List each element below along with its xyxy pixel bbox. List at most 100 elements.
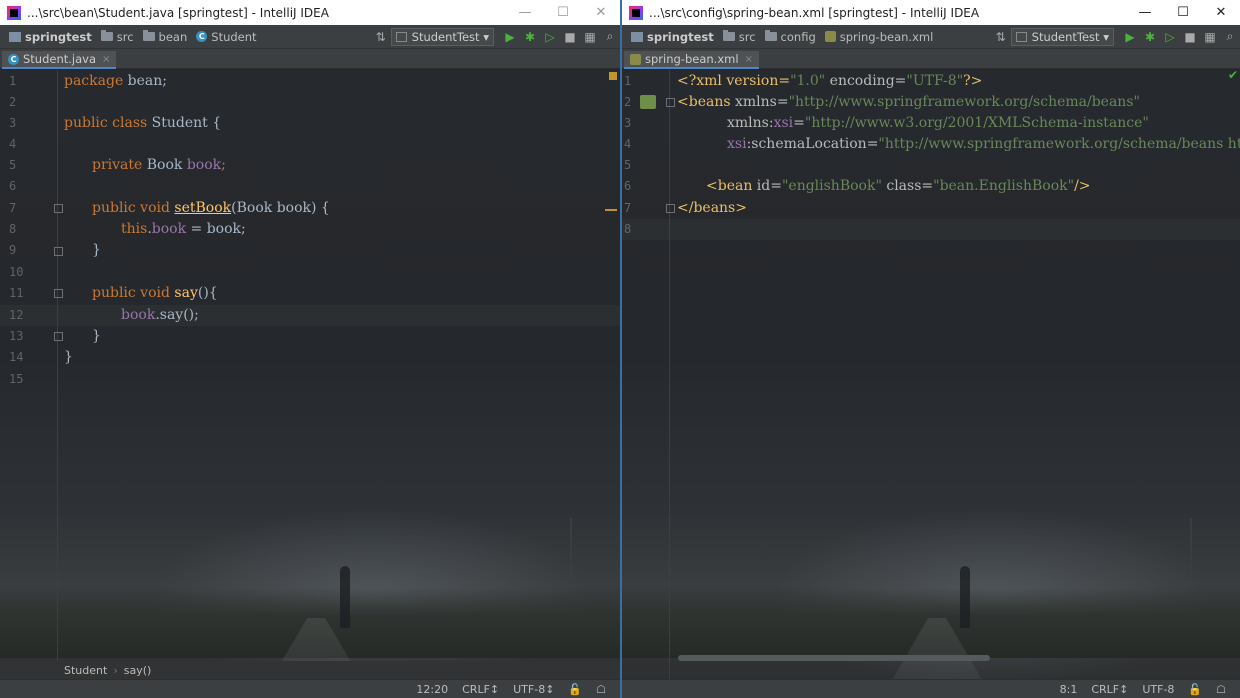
search-icon[interactable]: ⌕ [600, 27, 620, 47]
line-number: 6 [9, 179, 17, 193]
breadcrumb-separator: › [113, 663, 118, 677]
line-number: 3 [624, 116, 632, 130]
nav-crumb-bean[interactable]: bean [142, 30, 187, 44]
folder-icon [142, 30, 155, 41]
code-line: } [64, 349, 73, 365]
code-line: xmlns:xsi="http://www.w3.org/2001/XMLSch… [727, 115, 1149, 131]
nav-crumb-file[interactable]: spring-bean.xml [824, 30, 933, 44]
fold-marker-icon[interactable] [54, 247, 63, 256]
close-tab-icon[interactable]: × [102, 54, 110, 65]
code-line: </beans> [677, 200, 747, 216]
code-line: xsi:schemaLocation="http://www.springfra… [727, 136, 1240, 152]
close-button[interactable]: ✕ [582, 0, 620, 25]
line-separator[interactable]: CRLF↕ [1091, 683, 1128, 696]
line-number-gutter: 1 2 3 4 5 6 7 8 [622, 70, 670, 698]
run-config-dropdown[interactable]: StudentTest ▾ [390, 27, 494, 46]
notification-icon[interactable]: ☖ [1216, 683, 1226, 696]
run-config-dropdown[interactable]: StudentTest ▾ [1010, 27, 1114, 46]
fold-marker-icon[interactable] [54, 289, 63, 298]
line-number: 2 [9, 95, 17, 109]
nav-crumb-project[interactable]: springtest [631, 30, 714, 44]
notification-icon[interactable]: ☖ [596, 683, 606, 696]
left-ide-window: ...\src\bean\Student.java [springtest] -… [0, 0, 620, 698]
code-line: public void say(){ [92, 285, 218, 301]
line-number: 15 [9, 372, 24, 386]
project-structure-icon[interactable]: ▦ [580, 27, 600, 47]
status-bar: 12:20 CRLF↕ UTF-8↕ 🔓 ☖ [0, 679, 620, 698]
breadcrumb-method[interactable]: say() [124, 664, 152, 677]
window-title: ...\src\bean\Student.java [springtest] -… [27, 5, 329, 20]
line-number-gutter: 1 2 3 4 5 6 7 8 9 10 11 12 13 14 15 [0, 70, 58, 698]
line-number: 7 [9, 201, 17, 215]
code-line: <bean id="englishBook" class="bean.Engli… [706, 178, 1091, 194]
code-editor[interactable]: 1 2 3 4 5 6 7 8 <?xml version="1.0" enco… [622, 70, 1240, 698]
caret-position[interactable]: 8:1 [1060, 683, 1078, 696]
run-config-icon [1015, 31, 1027, 42]
nav-crumb-src[interactable]: src [100, 30, 134, 44]
xml-file-icon [824, 31, 836, 42]
maximize-button[interactable]: ☐ [544, 0, 582, 25]
debug-icon[interactable]: ✱ [1140, 27, 1160, 47]
fold-marker-icon[interactable] [54, 204, 63, 213]
code-line: book.say(); [121, 307, 199, 323]
code-line: this.book = book; [121, 221, 246, 237]
code-line: <beans xmlns="http://www.springframework… [677, 94, 1140, 110]
current-line-highlight [0, 305, 620, 326]
run-icon[interactable]: ▶ [500, 27, 520, 47]
search-icon[interactable]: ⌕ [1220, 27, 1240, 47]
line-separator[interactable]: CRLF↕ [462, 683, 499, 696]
horizontal-scrollbar[interactable] [678, 655, 990, 661]
minimize-button[interactable]: — [1126, 0, 1164, 25]
title-bar: ...\src\config\spring-bean.xml [springte… [622, 0, 1240, 25]
run-icon[interactable]: ▶ [1120, 27, 1140, 47]
background-figure [960, 566, 970, 628]
file-encoding[interactable]: UTF-8↕ [513, 683, 554, 696]
line-number: 4 [624, 137, 632, 151]
build-icon[interactable]: ⇅ [371, 27, 391, 47]
build-icon[interactable]: ⇅ [991, 27, 1011, 47]
project-structure-icon[interactable]: ▦ [1200, 27, 1220, 47]
lock-icon[interactable]: 🔓 [1188, 683, 1202, 696]
window-title: ...\src\config\spring-bean.xml [springte… [649, 5, 980, 20]
close-tab-icon[interactable]: × [745, 54, 753, 65]
scroll-marker-icon[interactable] [605, 209, 617, 211]
nav-crumb-config[interactable]: config [764, 30, 816, 44]
spring-bean-icon[interactable] [640, 95, 656, 109]
nav-crumb-src[interactable]: src [722, 30, 756, 44]
minimize-button[interactable]: — [506, 0, 544, 25]
tab-student-java[interactable]: C Student.java × [2, 51, 117, 69]
line-number: 1 [624, 74, 632, 88]
file-encoding[interactable]: UTF-8 [1142, 683, 1174, 696]
coverage-icon[interactable]: ▷ [1160, 27, 1180, 47]
tab-spring-bean-xml[interactable]: spring-bean.xml × [624, 51, 759, 69]
fold-marker-icon[interactable] [666, 204, 675, 213]
stop-icon[interactable]: ■ [1180, 27, 1200, 47]
status-bar: 8:1 CRLF↕ UTF-8 🔓 ☖ [622, 679, 1240, 698]
code-line: private Book book; [92, 157, 226, 173]
lock-icon[interactable]: 🔓 [568, 683, 582, 696]
line-number: 3 [9, 116, 17, 130]
line-number: 10 [9, 265, 24, 279]
run-config-icon [395, 31, 407, 42]
project-icon [9, 31, 21, 42]
coverage-icon[interactable]: ▷ [540, 27, 560, 47]
editor-tabs: spring-bean.xml × [622, 49, 1240, 69]
stop-icon[interactable]: ■ [560, 27, 580, 47]
code-editor[interactable]: 1 2 3 4 5 6 7 8 9 10 11 12 13 14 15 pack… [0, 70, 620, 698]
fold-marker-icon[interactable] [666, 98, 675, 107]
caret-position[interactable]: 12:20 [416, 683, 448, 696]
check-icon[interactable]: ✔ [1228, 70, 1238, 82]
class-icon: C [8, 53, 19, 65]
line-number: 8 [624, 222, 632, 236]
close-button[interactable]: ✕ [1202, 0, 1240, 25]
nav-crumb-class[interactable]: C Student [196, 30, 257, 44]
nav-crumb-project[interactable]: springtest [9, 30, 92, 44]
warning-marker-icon[interactable] [609, 72, 617, 80]
line-number: 12 [9, 308, 24, 322]
maximize-button[interactable]: ☐ [1164, 0, 1202, 25]
fold-marker-icon[interactable] [54, 332, 63, 341]
debug-icon[interactable]: ✱ [520, 27, 540, 47]
intellij-icon [629, 5, 643, 20]
line-number: 6 [624, 179, 632, 193]
breadcrumb-class[interactable]: Student [64, 664, 107, 677]
